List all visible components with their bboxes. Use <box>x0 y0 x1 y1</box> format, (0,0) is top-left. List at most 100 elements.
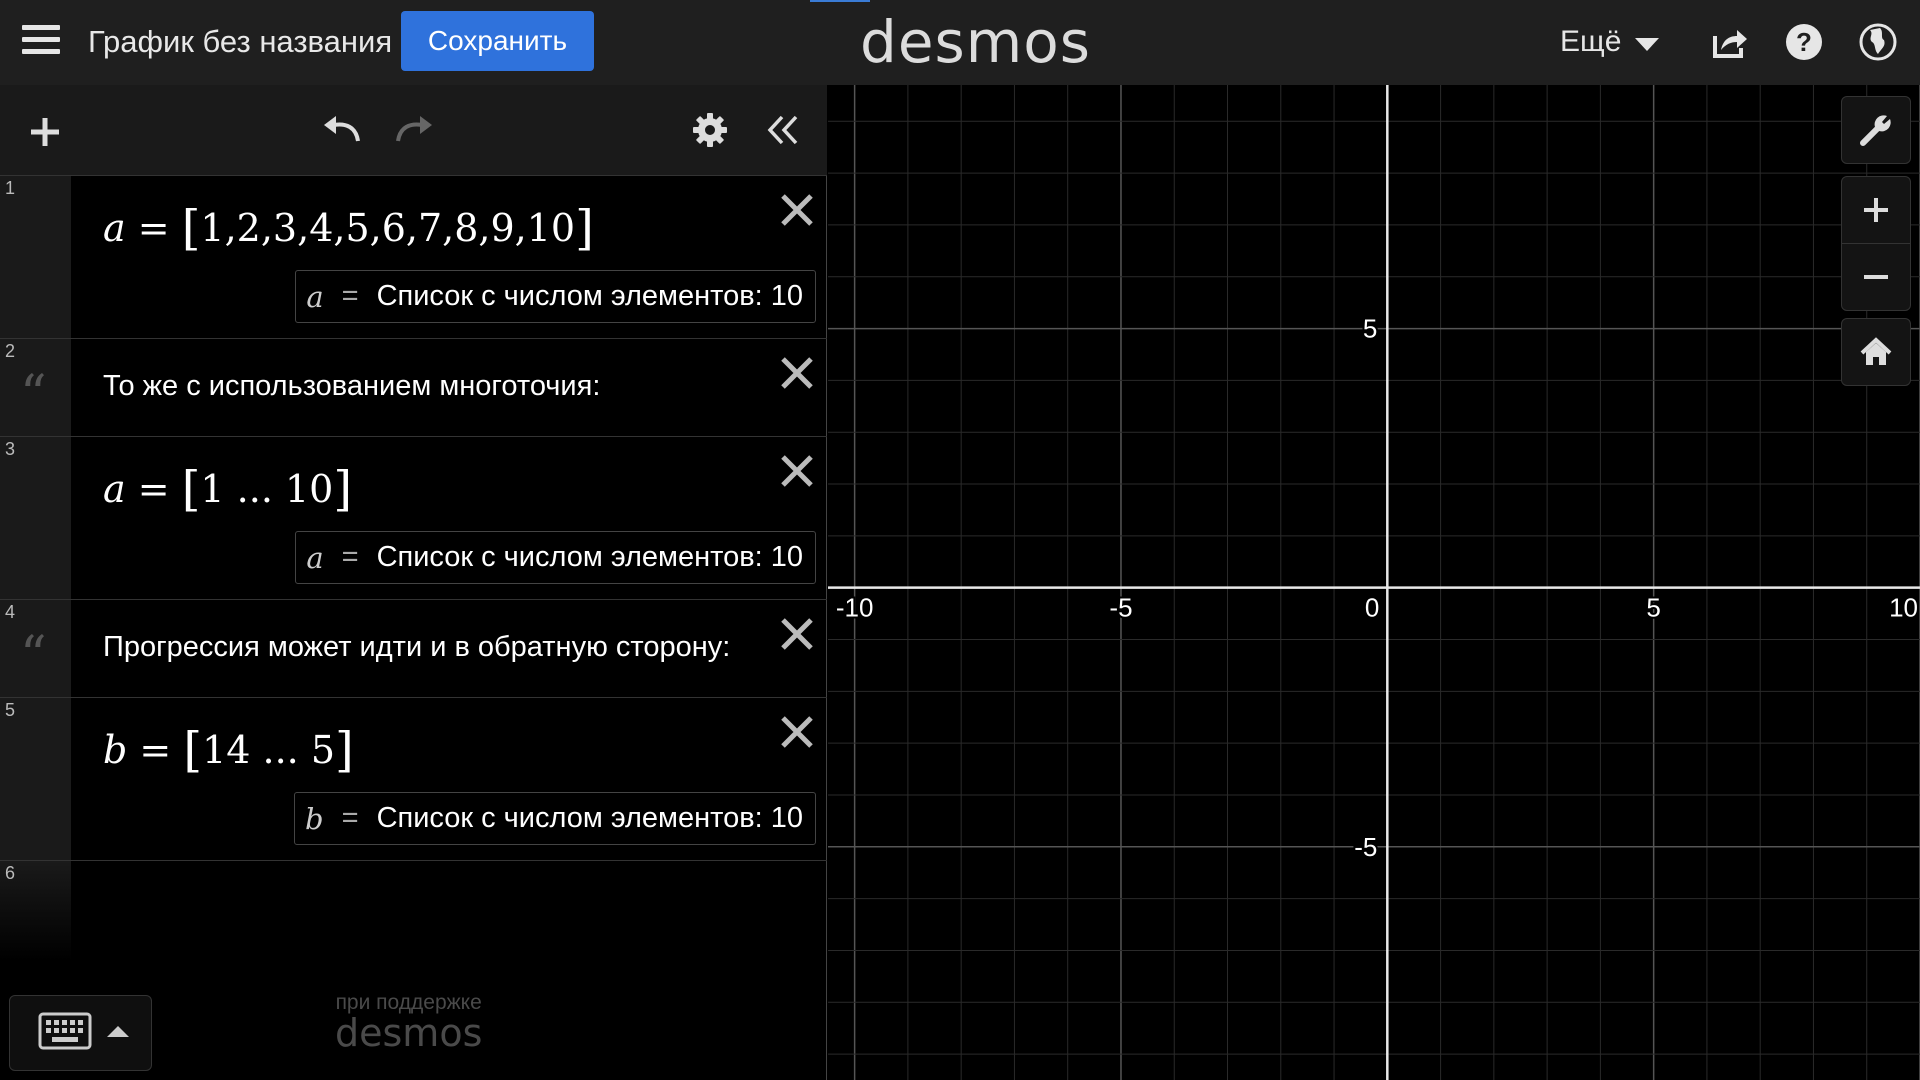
help-icon[interactable]: ? <box>1782 20 1826 64</box>
row-gutter: 3 <box>0 437 71 599</box>
home-button[interactable] <box>1842 319 1910 385</box>
list-content: 1,2,3,4,5,6,7,8,9,10 <box>200 206 576 250</box>
zoom-out-button[interactable] <box>1842 243 1910 310</box>
x-tick-label: 10 <box>1889 593 1918 623</box>
math-expression[interactable]: a = [1 ... 10] <box>103 461 352 517</box>
add-icon[interactable] <box>28 115 62 149</box>
x-tick-label: 0 <box>1365 593 1379 623</box>
row-gutter: 2 “ <box>0 339 71 436</box>
zoom-in-icon <box>1864 198 1888 222</box>
result-equals: = <box>341 802 359 834</box>
delete-expression-icon[interactable] <box>777 712 817 752</box>
row-gutter: 4 “ <box>0 600 71 697</box>
graph-paper[interactable]: -10 -5 0 5 10 5 -5 <box>828 85 1920 1080</box>
redo-icon[interactable] <box>392 113 436 145</box>
math-expression[interactable]: b = [14 ... 5] <box>103 722 354 778</box>
globe-icon[interactable] <box>1856 20 1900 64</box>
result-variable: a <box>306 279 324 314</box>
share-icon[interactable] <box>1707 20 1751 64</box>
math-equals: = <box>139 728 172 772</box>
math-expression[interactable]: a = [1,2,3,4,5,6,7,8,9,10] <box>103 200 594 256</box>
zoom-in-button[interactable] <box>1842 177 1910 243</box>
note-text[interactable]: Прогрессия может идти и в обратную сторо… <box>103 631 730 664</box>
row-number: 5 <box>5 700 16 720</box>
row-number: 4 <box>5 602 16 622</box>
expression-list: 1 a = [1,2,3,4,5,6,7,8,9,10] a = Список … <box>0 176 827 961</box>
result-text: Список с числом элементов: 10 <box>376 541 803 573</box>
save-button[interactable]: Сохранить <box>401 11 594 71</box>
undo-icon[interactable] <box>320 113 364 145</box>
bracket-open: [ <box>181 200 201 256</box>
expression-toolbar <box>0 85 827 176</box>
row-number: 6 <box>5 863 16 883</box>
row-gutter: 1 <box>0 176 71 338</box>
note-text[interactable]: То же с использованием многоточия: <box>103 370 600 403</box>
chevron-down-icon <box>1635 37 1660 51</box>
row-number: 1 <box>5 178 16 198</box>
powered-by-desmos[interactable]: при поддержке desmos <box>335 991 483 1055</box>
chevron-up-icon <box>107 1026 129 1037</box>
delete-expression-icon[interactable] <box>777 353 817 393</box>
more-label: Ещё <box>1560 25 1622 58</box>
note-row[interactable]: 4 “ Прогрессия может идти и в обратную с… <box>0 600 827 698</box>
delete-expression-icon[interactable] <box>777 614 817 654</box>
bracket-close: ] <box>333 461 353 517</box>
math-equals: = <box>137 206 170 250</box>
x-tick-label: -10 <box>836 593 874 623</box>
svg-text:?: ? <box>1796 27 1812 57</box>
expression-row[interactable]: 1 a = [1,2,3,4,5,6,7,8,9,10] a = Список … <box>0 176 827 339</box>
result-text: Список с числом элементов: 10 <box>376 802 803 834</box>
keyboard-icon <box>38 1012 92 1050</box>
more-menu-button[interactable]: Ещё <box>1560 22 1660 62</box>
row-gutter: 6 <box>0 861 71 961</box>
row-number: 3 <box>5 439 16 459</box>
x-tick-label: -5 <box>1109 593 1132 623</box>
expression-panel: 1 a = [1,2,3,4,5,6,7,8,9,10] a = Список … <box>0 85 827 1080</box>
empty-expression-row[interactable]: 6 <box>0 861 827 961</box>
default-viewport-panel <box>1841 318 1911 386</box>
row-number: 2 <box>5 341 16 361</box>
top-bar: График без названия Сохранить desmos Ещё… <box>0 0 1920 85</box>
result-variable: b <box>305 801 324 836</box>
delete-expression-icon[interactable] <box>777 451 817 491</box>
zoom-out-icon <box>1864 275 1888 279</box>
list-content: 14 ... 5 <box>202 728 336 772</box>
bracket-close: ] <box>335 722 354 778</box>
math-variable: a <box>103 206 126 250</box>
math-variable: a <box>103 467 126 511</box>
hamburger-menu-icon[interactable] <box>22 25 60 59</box>
zoom-controls <box>1841 176 1911 311</box>
evaluation-result: a = Список с числом элементов: 10 <box>295 270 816 323</box>
collapse-panel-icon[interactable] <box>765 113 801 147</box>
quote-icon: “ <box>20 626 47 686</box>
expression-row[interactable]: 3 a = [1 ... 10] a = Список с числом эле… <box>0 437 827 600</box>
bracket-open: [ <box>181 461 201 517</box>
desmos-logo: desmos <box>860 8 1091 76</box>
list-content: 1 ... 10 <box>200 467 334 511</box>
math-equals: = <box>137 467 170 511</box>
keyboard-toggle-button[interactable] <box>9 995 152 1071</box>
quote-icon: “ <box>20 365 47 425</box>
settings-icon[interactable] <box>692 112 728 148</box>
evaluation-result: b = Список с числом элементов: 10 <box>294 792 816 845</box>
home-icon <box>1860 337 1892 365</box>
y-tick-label: -5 <box>1354 832 1377 862</box>
result-equals: = <box>341 280 359 312</box>
graph-settings-button[interactable] <box>1842 97 1910 163</box>
evaluation-result: a = Список с числом элементов: 10 <box>295 531 816 584</box>
wrench-icon <box>1860 115 1891 146</box>
bracket-close: ] <box>575 200 594 256</box>
bracket-open: [ <box>183 722 203 778</box>
result-equals: = <box>341 541 359 573</box>
result-variable: a <box>306 540 324 575</box>
graph-canvas[interactable]: -10 -5 0 5 10 5 -5 <box>828 85 1920 1080</box>
expression-row[interactable]: 5 b = [14 ... 5] b = Список с числом эле… <box>0 698 827 861</box>
delete-expression-icon[interactable] <box>777 190 817 230</box>
powered-by-logo: desmos <box>335 1011 483 1055</box>
loading-indicator <box>810 0 870 2</box>
row-gutter: 5 <box>0 698 71 860</box>
graph-title[interactable]: График без названия <box>88 22 392 62</box>
note-row[interactable]: 2 “ То же с использованием многоточия: <box>0 339 827 437</box>
result-text: Список с числом элементов: 10 <box>376 280 803 312</box>
math-variable: b <box>103 728 128 772</box>
